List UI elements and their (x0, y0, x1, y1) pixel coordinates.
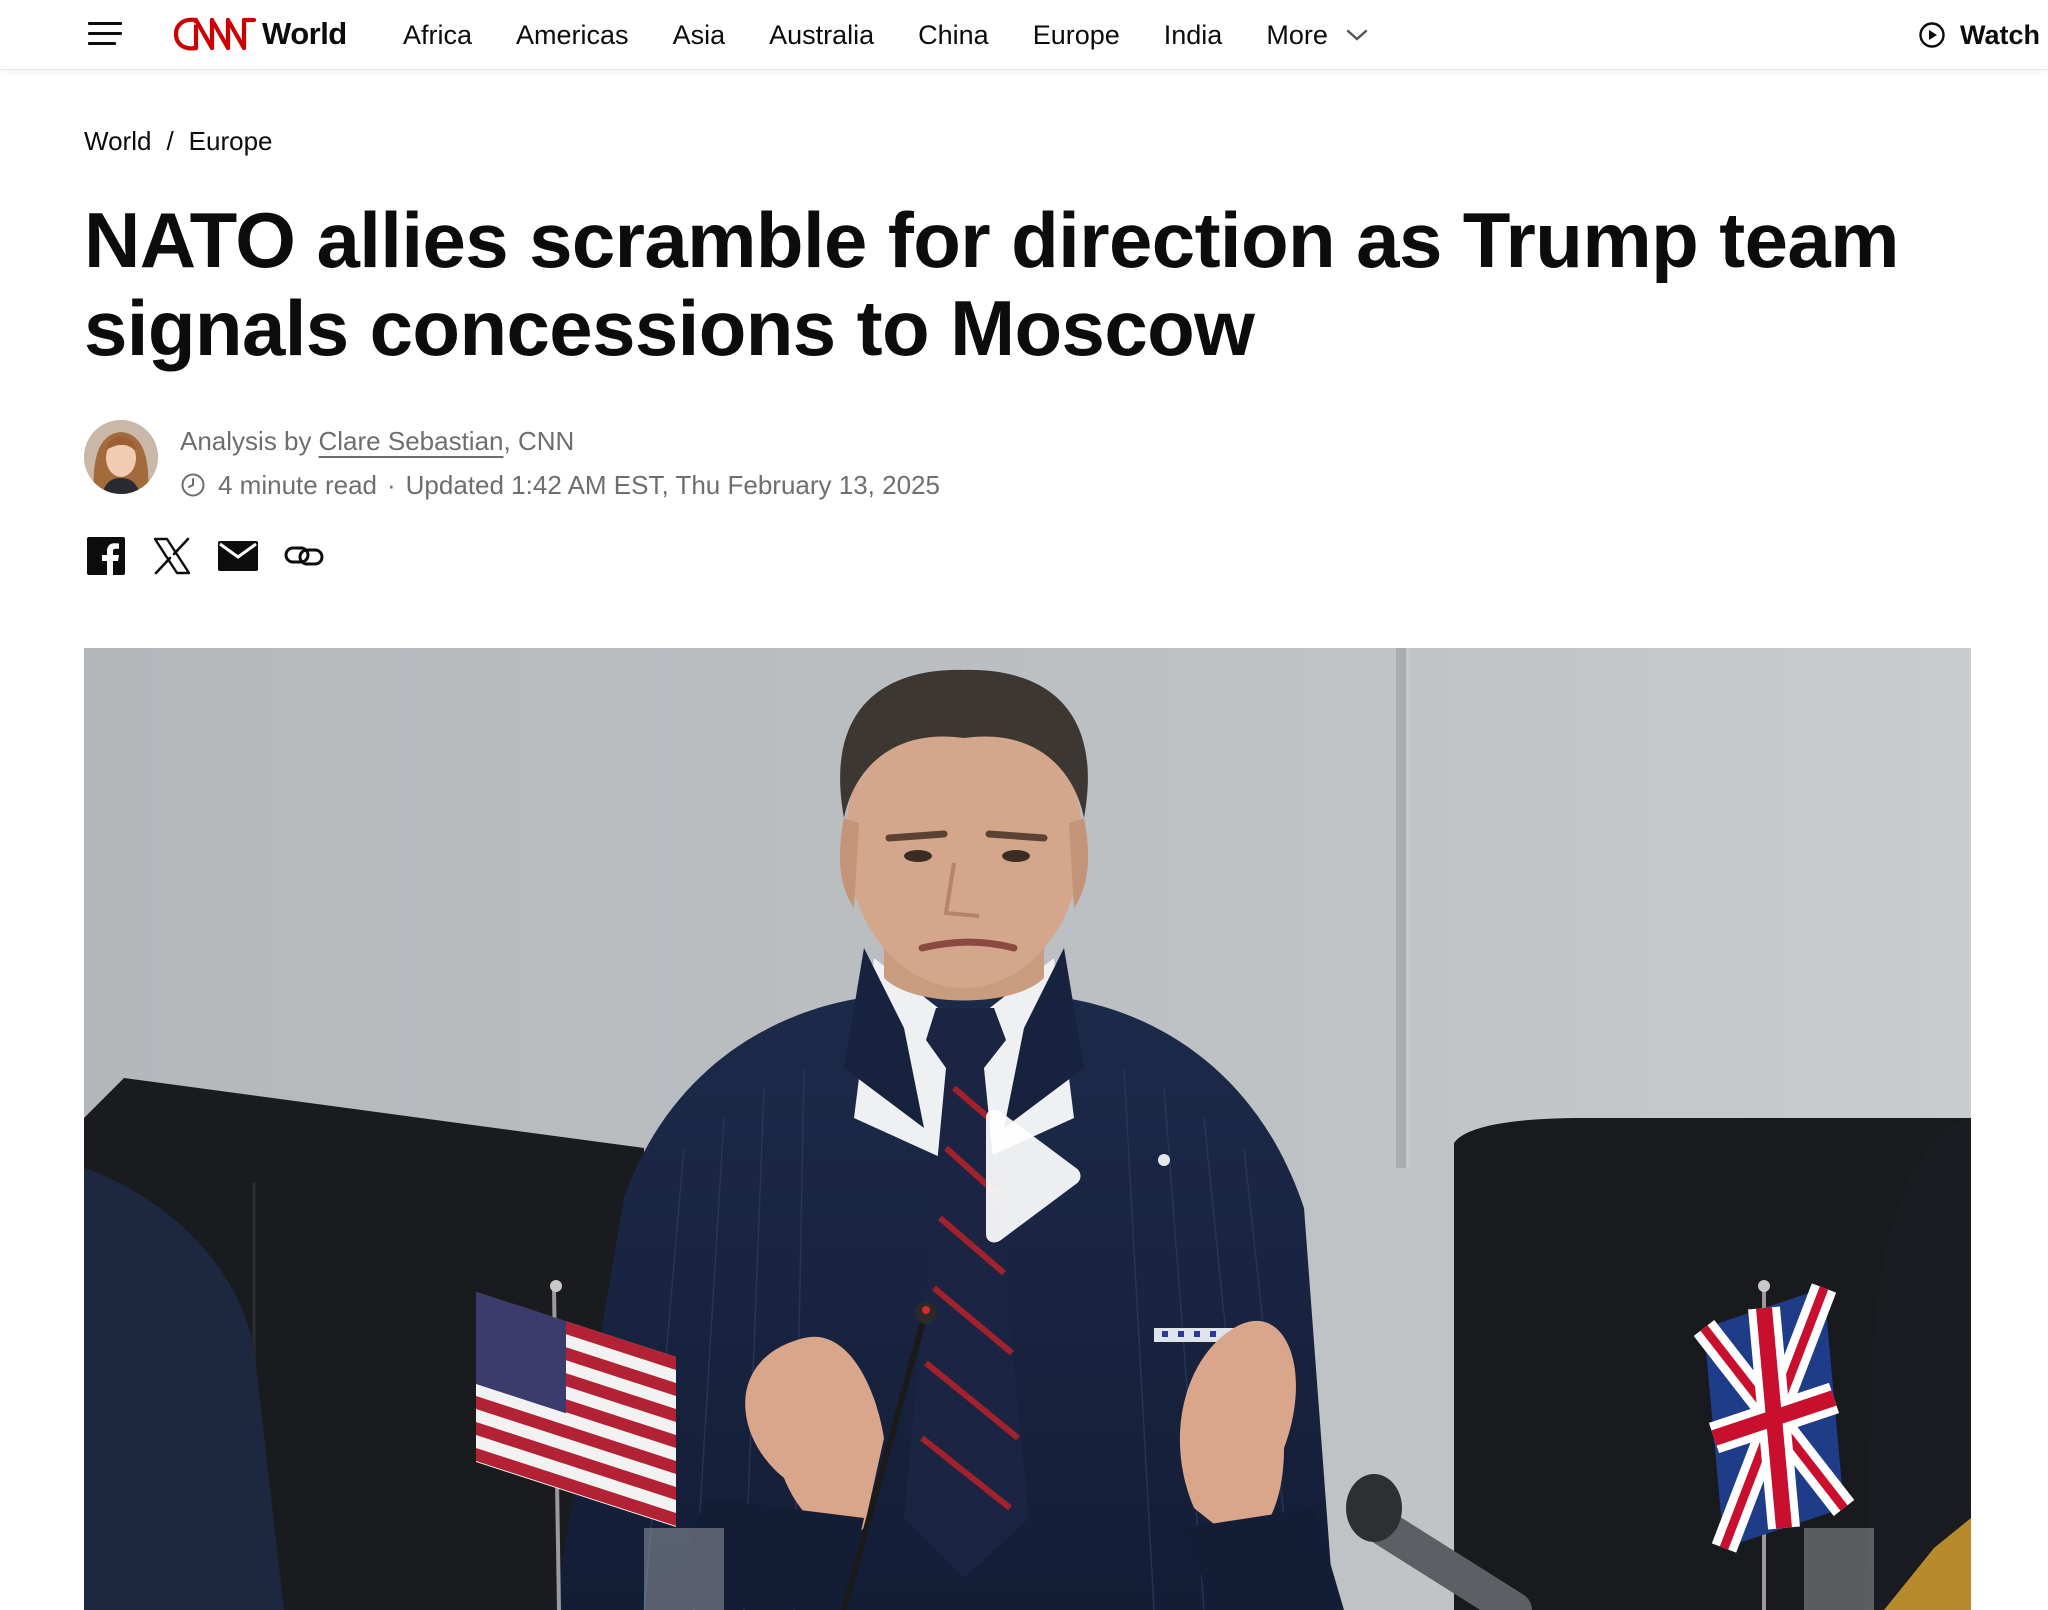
facebook-icon[interactable] (86, 536, 126, 576)
byline-meta-row: 4 minute read · Updated 1:42 AM EST, Thu… (180, 466, 940, 504)
nav-link-africa[interactable]: Africa (403, 20, 472, 51)
byline-prefix: Analysis by (180, 425, 312, 456)
clock-icon (180, 472, 206, 498)
cnn-logo[interactable] (172, 12, 258, 56)
author-avatar[interactable] (84, 420, 158, 494)
author-link[interactable]: Clare Sebastian (319, 426, 504, 457)
section-title[interactable]: World (262, 16, 347, 52)
section-nav: Africa Americas Asia Australia China Eur… (403, 0, 1368, 70)
article-headline: NATO allies scramble for direction as Tr… (84, 196, 1900, 372)
byline-author-row: Analysis by Clare Sebastian , CNN (180, 422, 940, 460)
chevron-down-icon (1346, 28, 1368, 42)
byline-outlet: , CNN (503, 425, 575, 456)
more-menu-button[interactable]: More (1266, 20, 1368, 51)
meta-separator: · (386, 469, 396, 500)
breadcrumb-europe[interactable]: Europe (189, 126, 273, 157)
nav-link-americas[interactable]: Americas (516, 20, 629, 51)
nav-link-china[interactable]: China (918, 20, 989, 51)
read-time: 4 minute read (218, 469, 377, 500)
breadcrumb: World / Europe (84, 126, 273, 157)
play-circle-icon (1918, 21, 1946, 49)
email-icon[interactable] (218, 536, 258, 576)
nav-link-australia[interactable]: Australia (769, 20, 874, 51)
x-icon[interactable] (152, 536, 192, 576)
nav-link-asia[interactable]: Asia (673, 20, 726, 51)
byline: Analysis by Clare Sebastian , CNN 4 minu… (84, 420, 940, 504)
watch-label: Watch (1960, 19, 2040, 50)
play-icon[interactable] (972, 1108, 1082, 1244)
breadcrumb-separator: / (166, 126, 174, 156)
watch-button[interactable]: Watch (1918, 0, 2040, 70)
nav-link-india[interactable]: India (1164, 20, 1223, 51)
link-icon[interactable] (284, 536, 324, 576)
updated-timestamp: Updated 1:42 AM EST, Thu February 13, 20… (405, 469, 940, 500)
menu-icon[interactable] (88, 20, 124, 48)
nav-link-europe[interactable]: Europe (1033, 20, 1120, 51)
more-label: More (1266, 19, 1328, 50)
breadcrumb-world[interactable]: World (84, 126, 151, 157)
byline-text: Analysis by Clare Sebastian , CNN 4 minu… (180, 422, 940, 504)
share-bar (86, 536, 350, 576)
top-navigation: World Africa Americas Asia Australia Chi… (0, 0, 2048, 70)
logo[interactable]: World (172, 12, 347, 56)
